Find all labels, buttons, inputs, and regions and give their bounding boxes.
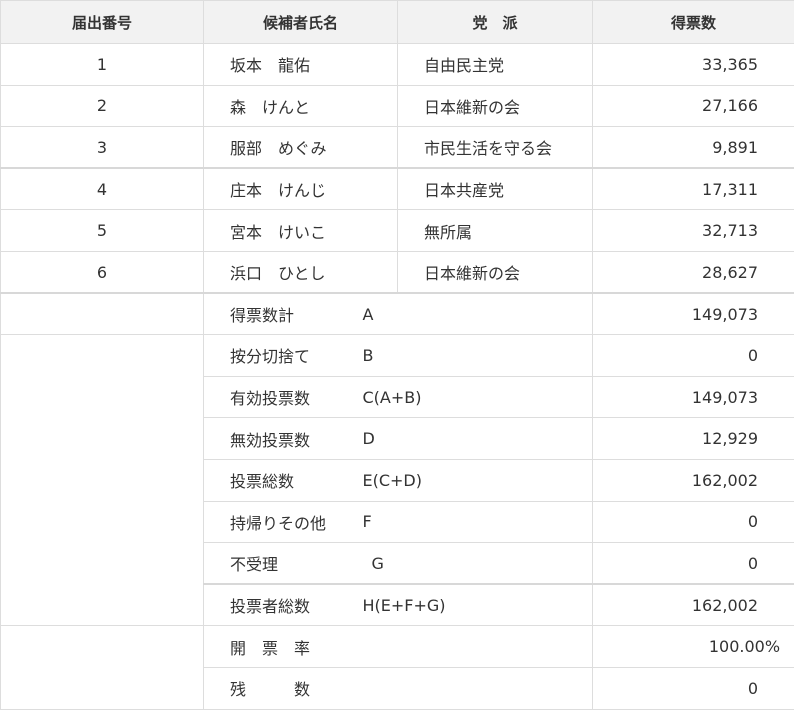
summary-label: 得票数計 (203, 292, 336, 336)
summary-label: 持帰りその他 (203, 500, 336, 544)
summary-value: 162,002 (592, 583, 794, 627)
candidate-name: 森 けんと (202, 84, 399, 128)
summary-label: 無効投票数 (203, 417, 336, 460)
candidate-votes: 33,365 (592, 43, 794, 86)
summary-formula: B (335, 334, 594, 377)
summary-label: 有効投票数 (203, 375, 336, 419)
candidate-number: 6 (0, 250, 204, 294)
candidate-number: 1 (0, 43, 204, 86)
header-number: 届出番号 (0, 0, 204, 44)
blank-cell (0, 334, 204, 627)
summary-formula: G (335, 542, 594, 585)
summary-row-total: 得票数計 A 149,073 (0, 292, 794, 336)
summary-formula: A (335, 292, 594, 336)
candidate-party: 市民生活を守る会 (397, 126, 594, 169)
candidate-row-4: 4 庄本 けんじ 日本共産党 17,311 (0, 167, 794, 211)
candidate-party: 日本維新の会 (397, 84, 594, 128)
summary-formula: D (335, 417, 594, 460)
blank-cell (0, 292, 204, 336)
summary-formula: H(E+F+G) (335, 583, 594, 627)
counting-row-rate: 開 票 率 100.00% (0, 625, 794, 710)
candidate-votes: 32,713 (592, 209, 794, 252)
results-grid: 届出番号 候補者氏名 党 派 得票数 1 坂本 龍佑 自由民主党 33,365 … (0, 0, 794, 710)
summary-label: 投票者総数 (203, 583, 336, 627)
blank-cell (0, 625, 204, 710)
summary-value: 12,929 (592, 417, 794, 460)
candidate-row-3: 3 服部 めぐみ 市民生活を守る会 9,891 (0, 126, 794, 169)
candidate-number: 3 (0, 126, 204, 169)
candidate-row-2: 2 森 けんと 日本維新の会 27,166 (0, 84, 794, 128)
summary-value: 149,073 (592, 292, 794, 336)
summary-value: 0 (592, 542, 794, 585)
candidate-party: 自由民主党 (397, 43, 594, 86)
summary-value: 0 (592, 500, 794, 544)
summary-row-rounding: 按分切捨て B 0 (0, 334, 794, 627)
candidate-row-5: 5 宮本 けいこ 無所属 32,713 (0, 209, 794, 252)
summary-label: 投票総数 (203, 458, 336, 502)
counting-label: 開 票 率 (202, 625, 594, 668)
candidate-votes: 27,166 (592, 84, 794, 128)
header-party: 党 派 (397, 0, 594, 44)
candidate-party: 日本維新の会 (397, 250, 594, 294)
candidate-name: 浜口 ひとし (202, 250, 399, 294)
summary-formula: C(A+B) (335, 375, 594, 419)
counting-value: 0 (592, 666, 794, 710)
summary-label: 按分切捨て (203, 334, 336, 377)
header-votes: 得票数 (592, 0, 794, 44)
summary-value: 149,073 (592, 375, 794, 419)
candidate-votes: 28,627 (592, 250, 794, 294)
candidate-name: 服部 めぐみ (202, 126, 399, 169)
summary-formula: F (335, 500, 594, 544)
candidate-name: 庄本 けんじ (202, 167, 399, 211)
header-row: 届出番号 候補者氏名 党 派 得票数 (0, 0, 794, 44)
candidate-party: 無所属 (397, 209, 594, 252)
header-candidate: 候補者氏名 (202, 0, 399, 44)
summary-value: 162,002 (592, 458, 794, 502)
candidate-name: 坂本 龍佑 (202, 43, 399, 86)
candidate-name: 宮本 けいこ (202, 209, 399, 252)
counting-label: 残 数 (202, 666, 594, 710)
summary-label: 不受理 (203, 542, 336, 585)
candidate-number: 4 (0, 167, 204, 211)
candidate-number: 2 (0, 84, 204, 128)
candidate-row-1: 1 坂本 龍佑 自由民主党 33,365 (0, 43, 794, 86)
candidate-number: 5 (0, 209, 204, 252)
counting-value: 100.00% (592, 625, 794, 668)
summary-formula: E(C+D) (335, 458, 594, 502)
candidate-votes: 9,891 (592, 126, 794, 169)
summary-value: 0 (592, 334, 794, 377)
candidate-party: 日本共産党 (397, 167, 594, 211)
candidate-row-6: 6 浜口 ひとし 日本維新の会 28,627 (0, 250, 794, 294)
candidate-votes: 17,311 (592, 167, 794, 211)
election-results-table: 届出番号 候補者氏名 党 派 得票数 1 坂本 龍佑 自由民主党 33,365 … (0, 0, 794, 713)
